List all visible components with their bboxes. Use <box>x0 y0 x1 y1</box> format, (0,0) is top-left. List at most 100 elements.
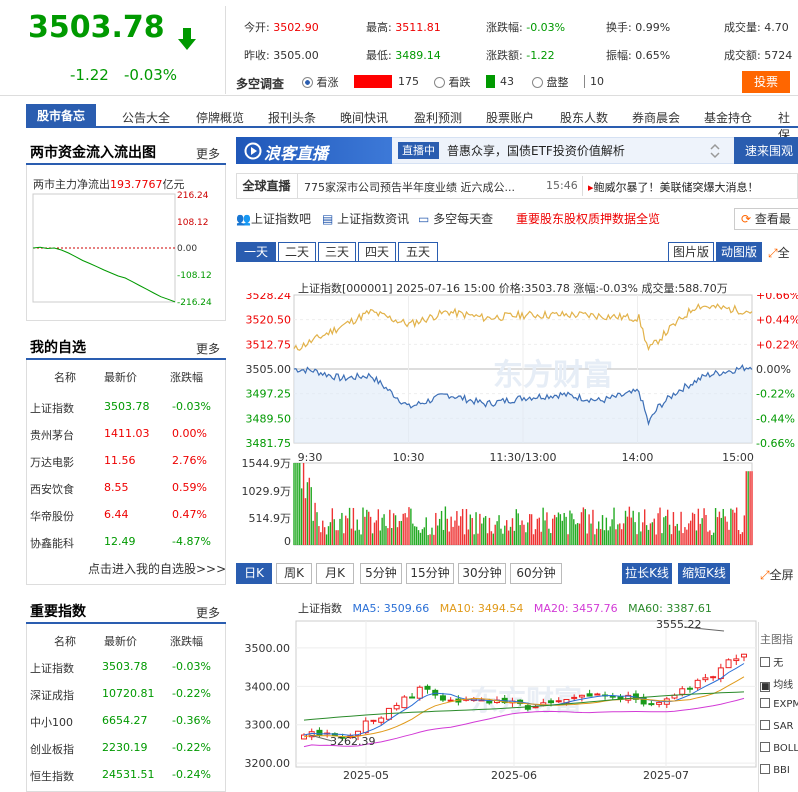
stock-name[interactable]: 万达电影 <box>30 454 74 470</box>
nav-item[interactable]: 股票账户 <box>486 109 534 126</box>
watch-enter-link[interactable]: 点击进入我的自选股>>> <box>88 560 226 577</box>
index-change: -0.03% <box>172 660 211 673</box>
nav-item[interactable]: 股东人数 <box>560 109 608 126</box>
survey-bull-option[interactable]: 看涨 <box>302 74 339 90</box>
table-row[interactable]: 恒生指数 24531.51 -0.24% <box>26 768 226 788</box>
nav-item[interactable]: 晚间快讯 <box>340 109 388 126</box>
kline-chart[interactable]: 3500.00 3400.00 3300.00 3200.00 2025-05 2025-… <box>236 615 758 792</box>
nav-item[interactable]: 盈利预测 <box>414 109 462 126</box>
tab-30min[interactable]: 30分钟 <box>458 563 506 584</box>
indices-more-link[interactable]: 更多 <box>196 604 220 621</box>
ticker-text[interactable]: 775家深市公司预告半年度业绩 近六成公... <box>304 179 515 195</box>
checkbox-icon[interactable] <box>760 657 770 667</box>
stock-name[interactable]: 华帝股份 <box>30 508 74 524</box>
candle <box>393 704 400 710</box>
live-right-link[interactable]: 速来围观 <box>745 142 793 159</box>
nav-item[interactable]: 停牌概览 <box>196 109 244 126</box>
candle <box>555 700 562 703</box>
link-guba[interactable]: 👥上证指数吧 <box>236 210 311 227</box>
index-name[interactable]: 中小100 <box>30 714 73 730</box>
table-row[interactable]: 万达电影 11.56 2.76% <box>26 454 226 474</box>
flow-y-tick: 0.00 <box>177 244 197 254</box>
checkbox-icon[interactable] <box>760 698 770 708</box>
ticker-hot[interactable]: ▸鲍威尔暴了！美联储突爆大消息！ <box>588 179 759 195</box>
divider <box>582 176 583 196</box>
flow-more-link[interactable]: 更多 <box>196 145 220 162</box>
survey-flat-option[interactable]: 盘整 <box>532 74 569 90</box>
intraday-chart[interactable]: 3528.24 3520.50 3512.75 3505.00 3497.25 3489.… <box>236 293 798 555</box>
tab-2day[interactable]: 二天 <box>278 242 316 262</box>
stock-change: 0.47% <box>172 508 207 521</box>
stock-name[interactable]: 贵州茅台 <box>30 427 74 443</box>
index-name[interactable]: 上证指数 <box>30 660 74 676</box>
nav-item[interactable]: 券商晨会 <box>632 109 680 126</box>
pic-version-button[interactable]: 图片版 <box>668 242 714 262</box>
checkbox-icon[interactable] <box>760 742 770 752</box>
checkbox-icon[interactable] <box>760 720 770 730</box>
indicator-option[interactable]: BOLL <box>760 742 798 754</box>
x-tick: 11:30/13:00 <box>489 451 556 464</box>
stock-name[interactable]: 上证指数 <box>30 400 74 416</box>
table-row[interactable]: 贵州茅台 1411.03 0.00% <box>26 427 226 447</box>
table-row[interactable]: 协鑫能科 12.49 -4.87% <box>26 535 226 555</box>
shrink-k-button[interactable]: 缩短K线 <box>678 563 730 584</box>
tab-4day[interactable]: 四天 <box>358 242 396 262</box>
table-row[interactable]: 西安饮食 8.55 0.59% <box>26 481 226 501</box>
radio-icon[interactable] <box>532 77 543 88</box>
dynamic-version-button[interactable]: 动图版 <box>716 242 762 262</box>
indicator-option[interactable]: ■ 均线 <box>760 676 793 692</box>
table-row[interactable]: 上证指数 3503.78 -0.03% <box>26 660 226 680</box>
table-row[interactable]: 中小100 6654.27 -0.36% <box>26 714 226 734</box>
candle <box>571 696 578 699</box>
tab-5day[interactable]: 五天 <box>398 242 438 262</box>
radio-checked-icon[interactable] <box>302 77 313 88</box>
tab-daily-k[interactable]: 日K <box>236 563 272 584</box>
kline-fullscreen-button[interactable]: ⤢全屏 <box>760 566 794 583</box>
table-row[interactable]: 华帝股份 6.44 0.47% <box>26 508 226 528</box>
flow-y-tick: 216.24 <box>177 191 209 201</box>
index-name[interactable]: 恒生指数 <box>30 768 74 784</box>
indicator-option[interactable]: EXPM <box>760 698 798 710</box>
stretch-k-button[interactable]: 拉长K线 <box>622 563 672 584</box>
candle <box>486 700 493 704</box>
y-tick-right: +0.66% <box>756 293 798 302</box>
tab-1day[interactable]: 一天 <box>236 242 276 262</box>
index-name[interactable]: 创业板指 <box>30 741 74 757</box>
stock-name[interactable]: 协鑫能科 <box>30 535 74 551</box>
table-row[interactable]: 深证成指 10720.81 -0.22% <box>26 687 226 707</box>
radio-icon[interactable] <box>434 77 445 88</box>
tab-5min[interactable]: 5分钟 <box>360 563 402 584</box>
carousel-arrows-icon[interactable] <box>708 142 722 160</box>
view-more-button[interactable]: ⟳ 查看最 <box>734 208 798 230</box>
survey-bear-option[interactable]: 看跌 <box>434 74 471 90</box>
expand-icon: ⤢ <box>760 568 770 582</box>
nav-item[interactable]: 报刊头条 <box>268 109 316 126</box>
candle <box>378 717 385 723</box>
nav-item[interactable]: 公告大全 <box>122 109 170 126</box>
tab-15min[interactable]: 15分钟 <box>406 563 454 584</box>
checkbox-icon[interactable]: ■ <box>760 682 770 692</box>
tab-weekly-k[interactable]: 周K <box>276 563 312 584</box>
tab-3day[interactable]: 三天 <box>318 242 356 262</box>
live-title[interactable]: 普惠众享，国债ETF投资价值解析 <box>447 142 625 159</box>
indicator-option[interactable]: SAR <box>760 720 794 732</box>
tab-60min[interactable]: 60分钟 <box>510 563 562 584</box>
stock-name[interactable]: 西安饮食 <box>30 481 74 497</box>
ticker-label: 全球直播 <box>236 173 298 199</box>
link-survey[interactable]: ▭ 多空每天查 <box>418 210 493 227</box>
link-pledge[interactable]: 重要股东股权质押数据全览 <box>516 210 660 227</box>
vote-button[interactable]: 投票 <box>742 71 790 93</box>
link-news[interactable]: ▤ 上证指数资讯 <box>322 210 409 227</box>
indicator-option[interactable]: 无 <box>760 654 783 669</box>
watch-more-link[interactable]: 更多 <box>196 340 220 357</box>
nav-item[interactable]: 基金持仓 <box>704 109 752 126</box>
live-logo-icon <box>244 142 262 160</box>
nav-memo[interactable]: 股市备忘 <box>26 104 96 128</box>
table-row[interactable]: 创业板指 2230.19 -0.22% <box>26 741 226 761</box>
indicator-option[interactable]: BBI <box>760 764 790 776</box>
index-name[interactable]: 深证成指 <box>30 687 74 703</box>
fullscreen-button[interactable]: ⤢全 <box>768 244 790 261</box>
tab-monthly-k[interactable]: 月K <box>316 563 354 584</box>
table-row[interactable]: 上证指数 3503.78 -0.03% <box>26 400 226 420</box>
checkbox-icon[interactable] <box>760 764 770 774</box>
